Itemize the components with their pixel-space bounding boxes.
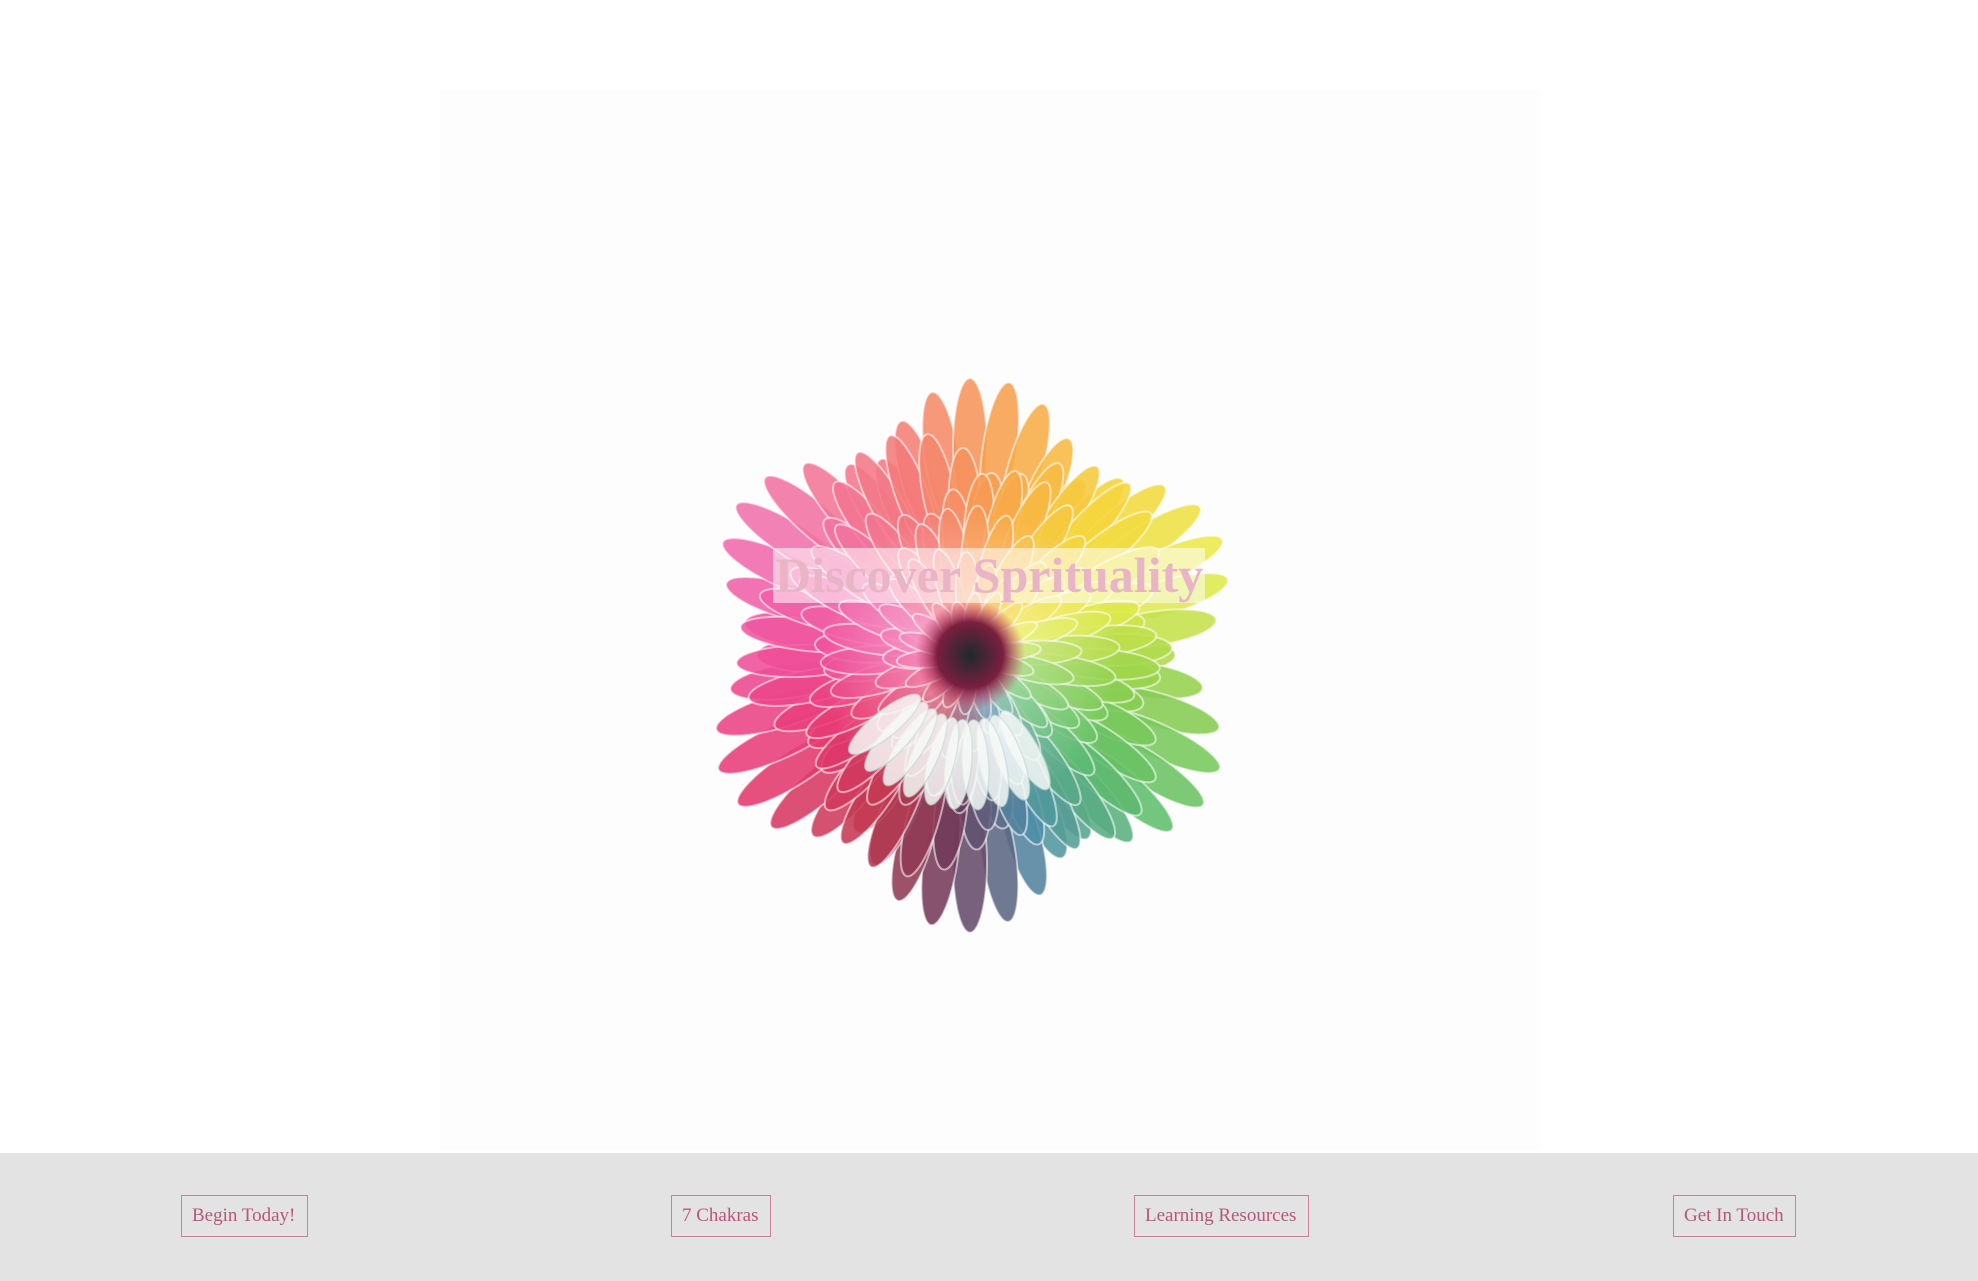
flower-image <box>715 377 1229 934</box>
seven-chakras-button[interactable]: 7 Chakras <box>671 1195 771 1237</box>
hero-title: Discover Sprituality <box>773 547 1206 603</box>
page: Discover Sprituality Begin Today! 7 Chak… <box>0 0 1978 1281</box>
begin-today-button[interactable]: Begin Today! <box>181 1195 308 1237</box>
bottom-navigation: Begin Today! 7 Chakras Learning Resource… <box>0 1153 1978 1281</box>
get-in-touch-button[interactable]: Get In Touch <box>1673 1195 1796 1237</box>
hero-section: Discover Sprituality <box>0 0 1978 1153</box>
learning-resources-button[interactable]: Learning Resources <box>1134 1195 1309 1237</box>
